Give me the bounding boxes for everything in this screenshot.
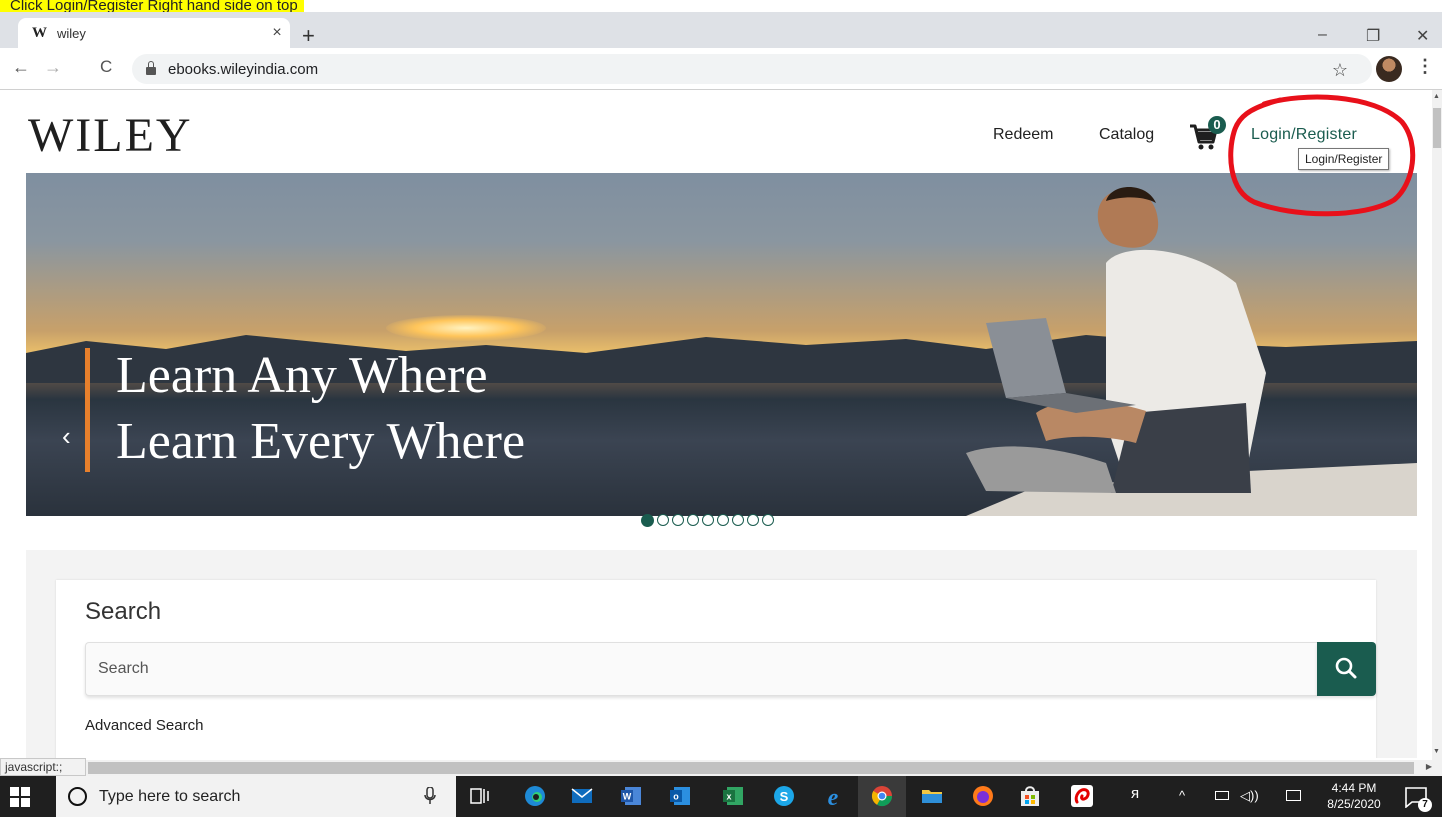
hero-person-laptop-image [966, 187, 1417, 516]
restore-button[interactable]: ❐ [1366, 26, 1380, 46]
browser-tab-wiley[interactable]: W wiley × [18, 18, 290, 48]
clock-time: 4:44 PM [1331, 781, 1377, 795]
search-input[interactable] [85, 642, 1317, 696]
lock-icon [146, 61, 156, 75]
svg-text:e: e [828, 785, 839, 808]
mail-icon[interactable] [570, 784, 594, 808]
carousel-dot-5[interactable] [702, 514, 714, 526]
taskbar-search-placeholder: Type here to search [99, 787, 241, 805]
address-bar[interactable]: ebooks.wileyindia.com ☆ [132, 54, 1372, 84]
carousel-dot-6[interactable] [717, 514, 729, 526]
carousel-dot-9[interactable] [762, 514, 774, 526]
people-icon[interactable]: ᴙ [1131, 785, 1139, 802]
hero-carousel: ‹ › Learn Any Where Learn Every Where [26, 173, 1417, 516]
excel-icon[interactable]: x [721, 784, 745, 808]
wiley-favicon-icon: W [32, 24, 47, 41]
status-url: javascript:; [0, 758, 86, 776]
carousel-dot-1[interactable] [641, 514, 654, 527]
scroll-down-icon[interactable]: ▼ [1433, 748, 1440, 755]
scroll-up-icon[interactable]: ▲ [1433, 93, 1440, 100]
search-section: Search Advanced Search [26, 550, 1417, 758]
browser-toolbar: ← → C ebooks.wileyindia.com ☆ ⋮ [0, 48, 1442, 90]
volume-icon[interactable]: ◁)) [1240, 788, 1259, 804]
svg-text:S: S [780, 789, 789, 804]
scrollbar-corner [1432, 758, 1442, 776]
reload-button[interactable]: C [100, 57, 112, 77]
annotation-circle [1228, 94, 1416, 217]
tab-title: wiley [57, 25, 86, 41]
nav-redeem-link[interactable]: Redeem [993, 126, 1053, 144]
window-close-button[interactable]: ✕ [1416, 26, 1429, 46]
vertical-scrollbar[interactable]: ▲ ▼ [1432, 90, 1442, 758]
back-button[interactable]: ← [12, 57, 30, 78]
hero-accent-bar [85, 348, 90, 472]
search-button[interactable] [1317, 642, 1376, 696]
minimize-button[interactable]: – [1318, 26, 1327, 44]
bookmark-star-icon[interactable]: ☆ [1332, 60, 1348, 81]
carousel-dot-3[interactable] [672, 514, 684, 526]
cart-button[interactable]: 0 [1188, 116, 1228, 152]
carousel-dot-2[interactable] [657, 514, 669, 526]
carousel-dots [641, 514, 774, 527]
wiley-logo[interactable]: WILEY [28, 108, 193, 163]
screen: Click Login/Register Right hand side on … [0, 0, 1442, 817]
nav-catalog-link[interactable]: Catalog [1099, 126, 1154, 144]
clock-date: 8/25/2020 [1327, 797, 1381, 811]
new-tab-button[interactable]: + [302, 25, 315, 47]
browser-menu-icon[interactable]: ⋮ [1416, 56, 1434, 77]
hero-line-2: Learn Every Where [116, 413, 526, 470]
firefox-icon[interactable] [971, 784, 995, 808]
carousel-prev-arrow[interactable]: ‹ [62, 421, 71, 452]
carousel-dot-8[interactable] [747, 514, 759, 526]
horizontal-scroll-thumb[interactable] [88, 762, 1414, 774]
taskbar-clock[interactable]: 4:44 PM 8/25/2020 [1318, 780, 1390, 812]
advanced-search-link[interactable]: Advanced Search [85, 717, 203, 734]
battery-icon[interactable] [1215, 791, 1229, 800]
search-heading: Search [85, 598, 162, 625]
tray-chevron-icon[interactable]: ^ [1179, 788, 1185, 803]
notification-count-badge: 7 [1418, 798, 1432, 812]
carousel-dot-4[interactable] [687, 514, 699, 526]
chrome-icon[interactable] [870, 784, 894, 808]
tab-close-icon[interactable]: × [264, 24, 290, 42]
network-icon[interactable] [1286, 790, 1301, 801]
svg-text:x: x [726, 792, 731, 802]
tab-strip: W wiley × + – ❐ ✕ [0, 12, 1442, 48]
microphone-icon[interactable] [424, 787, 436, 805]
hero-headline: Learn Any Where Learn Every Where [116, 343, 525, 475]
skype-icon[interactable]: S [772, 784, 796, 808]
address-url: ebooks.wileyindia.com [168, 60, 319, 78]
cortana-icon [68, 787, 87, 806]
store-icon[interactable] [1018, 784, 1042, 808]
forward-button[interactable]: → [44, 57, 62, 78]
magnifier-icon [1335, 657, 1357, 679]
search-card: Search Advanced Search [56, 580, 1376, 758]
svg-text:W: W [623, 792, 632, 802]
airtel-icon[interactable] [1070, 784, 1094, 808]
windows-taskbar: Type here to search W o x S e ᴙ ^ ◁)) 4:… [0, 776, 1442, 817]
file-explorer-icon[interactable] [920, 784, 944, 808]
horizontal-scrollbar[interactable]: ▶ [86, 760, 1432, 776]
instruction-annotation: Click Login/Register Right hand side on … [0, 0, 304, 12]
task-view-icon[interactable] [468, 784, 492, 808]
outlook-icon[interactable]: o [668, 784, 692, 808]
carousel-dot-7[interactable] [732, 514, 744, 526]
word-icon[interactable]: W [619, 784, 643, 808]
hero-line-1: Learn Any Where [116, 347, 488, 404]
internet-explorer-icon[interactable]: e [821, 784, 845, 808]
windows-logo-icon[interactable] [10, 787, 30, 807]
page-viewport: WILEY Redeem Catalog 0 Login/Register Lo… [0, 90, 1432, 758]
svg-text:o: o [673, 792, 679, 802]
vertical-scroll-thumb[interactable] [1433, 108, 1441, 148]
profile-avatar[interactable] [1376, 56, 1402, 82]
edge-browser-icon[interactable] [523, 784, 547, 808]
taskbar-search-box[interactable]: Type here to search [56, 776, 456, 817]
